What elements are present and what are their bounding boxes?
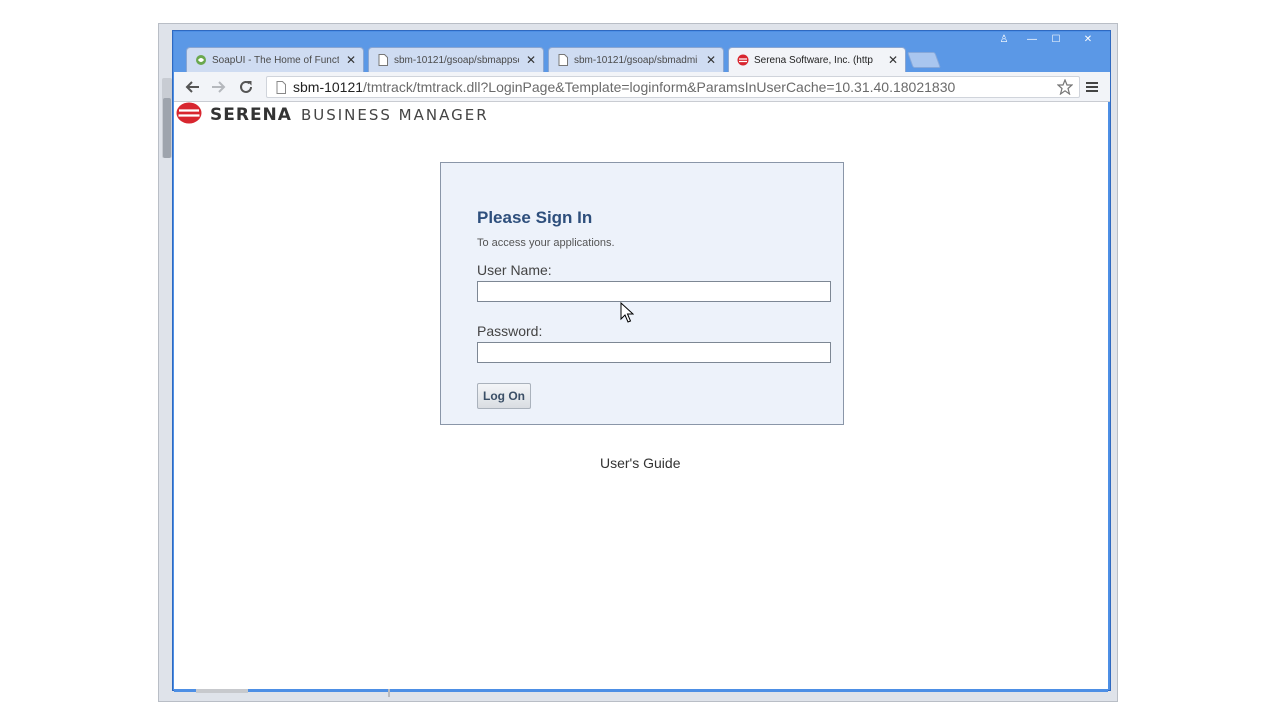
page-icon (557, 54, 569, 66)
sign-in-title: Please Sign In (477, 208, 593, 227)
tab-serena[interactable]: Serena Software, Inc. (http ✕ (728, 47, 906, 72)
tab-close-icon[interactable]: ✕ (705, 53, 717, 67)
maximize-icon[interactable]: ☐ (1045, 34, 1067, 46)
reload-icon[interactable] (235, 76, 257, 98)
tab-close-icon[interactable]: ✕ (887, 53, 899, 67)
url-text: sbm-10121/tmtrack/tmtrack.dll?LoginPage&… (293, 79, 955, 95)
log-on-button[interactable]: Log On (477, 383, 531, 409)
back-icon[interactable] (181, 76, 203, 98)
password-label: Password: (477, 323, 543, 339)
background-window-edge-inner (163, 98, 171, 158)
bookmark-star-icon[interactable] (1054, 76, 1076, 98)
username-field[interactable] (477, 281, 831, 302)
tab-label: SoapUI - The Home of Functi (212, 54, 339, 66)
username-label: User Name: (477, 262, 552, 278)
tab-close-icon[interactable]: ✕ (525, 53, 537, 67)
menu-icon[interactable] (1081, 76, 1103, 98)
sign-in-subtitle: To access your applications. (477, 237, 615, 249)
taskbar-divider (388, 689, 390, 697)
minimize-icon[interactable]: — (1021, 34, 1043, 46)
tab-sbmadmin[interactable]: sbm-10121/gsoap/sbmadmi ✕ (548, 47, 724, 72)
tab-label: Serena Software, Inc. (http (754, 54, 873, 66)
serena-icon (737, 54, 749, 66)
tab-label: sbm-10121/gsoap/sbmappse (394, 54, 519, 66)
user-profile-icon[interactable]: ♙ (993, 34, 1015, 46)
url-path: /tmtrack/tmtrack.dll?LoginPage&Template=… (363, 79, 956, 95)
page-icon (271, 80, 291, 94)
brand-header: SERENA BUSINESS MANAGER (176, 102, 489, 129)
page-icon (377, 54, 389, 66)
mouse-cursor-icon (620, 301, 635, 324)
brand-name: SERENA (210, 105, 292, 125)
users-guide-link[interactable]: User's Guide (600, 455, 680, 471)
url-host: sbm-10121 (293, 79, 364, 95)
window-bottom-border (174, 689, 1108, 692)
tab-label: sbm-10121/gsoap/sbmadmi (574, 54, 698, 66)
tab-close-icon[interactable]: ✕ (345, 53, 357, 67)
forward-icon[interactable] (208, 76, 230, 98)
password-field[interactable] (477, 342, 831, 363)
soapui-icon (195, 54, 207, 66)
serena-logo-icon (176, 102, 202, 129)
taskbar-fragment (196, 689, 248, 693)
close-window-icon[interactable]: ✕ (1077, 34, 1099, 46)
tab-sbmappservices[interactable]: sbm-10121/gsoap/sbmappse ✕ (368, 47, 544, 72)
brand-subtitle: BUSINESS MANAGER (300, 106, 489, 124)
address-bar[interactable]: sbm-10121/tmtrack/tmtrack.dll?LoginPage&… (266, 76, 1080, 98)
new-tab-button[interactable] (907, 52, 941, 68)
tab-soapui[interactable]: SoapUI - The Home of Functi ✕ (186, 47, 364, 72)
